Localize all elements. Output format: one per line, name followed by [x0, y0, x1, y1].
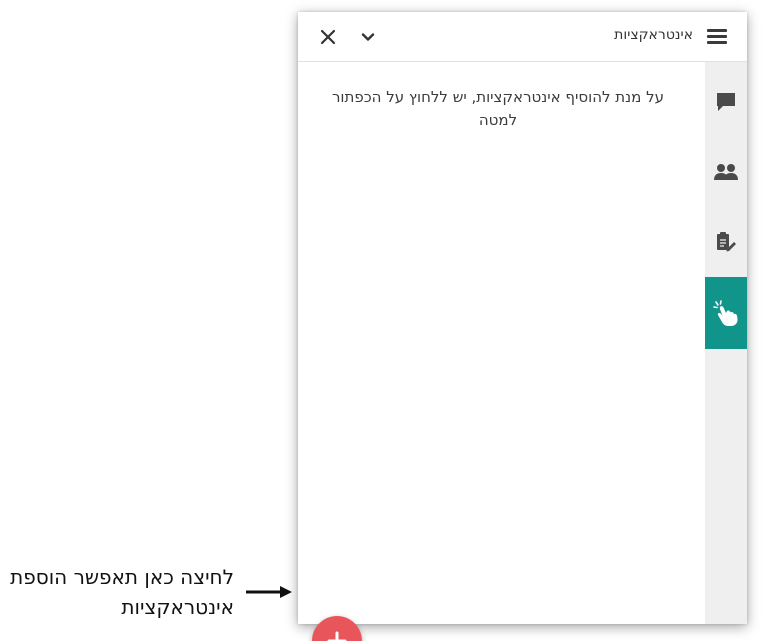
- side-rail: [705, 62, 747, 624]
- panel-title: אינטראקציות: [614, 27, 693, 43]
- chevron-down-icon[interactable]: [360, 29, 376, 45]
- people-icon: [714, 164, 738, 180]
- panel-header: אינטראקציות: [298, 12, 747, 62]
- rail-interactions-button[interactable]: [705, 277, 747, 349]
- hamburger-menu-icon[interactable]: [707, 29, 727, 45]
- touch-interaction-icon: [713, 300, 738, 326]
- chat-icon: [717, 93, 735, 111]
- add-interaction-callout: לחיצה כאן תאפשר הוספת אינטראקציות: [10, 565, 234, 619]
- notes-edit-icon: [717, 232, 736, 252]
- interactions-content: על מנת להוסיף אינטראקציות, יש ללחוץ על ה…: [298, 62, 705, 641]
- close-icon[interactable]: [318, 27, 338, 47]
- empty-state-message: על מנת להוסיף אינטראקציות, יש ללחוץ על ה…: [331, 88, 665, 129]
- interactions-panel: אינטראקציות על מנת להוסיף אינטראקציות, י…: [298, 12, 747, 641]
- rail-notes-button[interactable]: [705, 212, 747, 272]
- screen: אינטראקציות על מנת להוסיף אינטראקציות, י…: [0, 0, 766, 641]
- plus-icon: [327, 631, 347, 641]
- rail-participants-button[interactable]: [705, 142, 747, 202]
- rail-chat-button[interactable]: [705, 72, 747, 132]
- arrow-right-icon: [246, 586, 292, 598]
- add-interaction-button[interactable]: [312, 616, 362, 641]
